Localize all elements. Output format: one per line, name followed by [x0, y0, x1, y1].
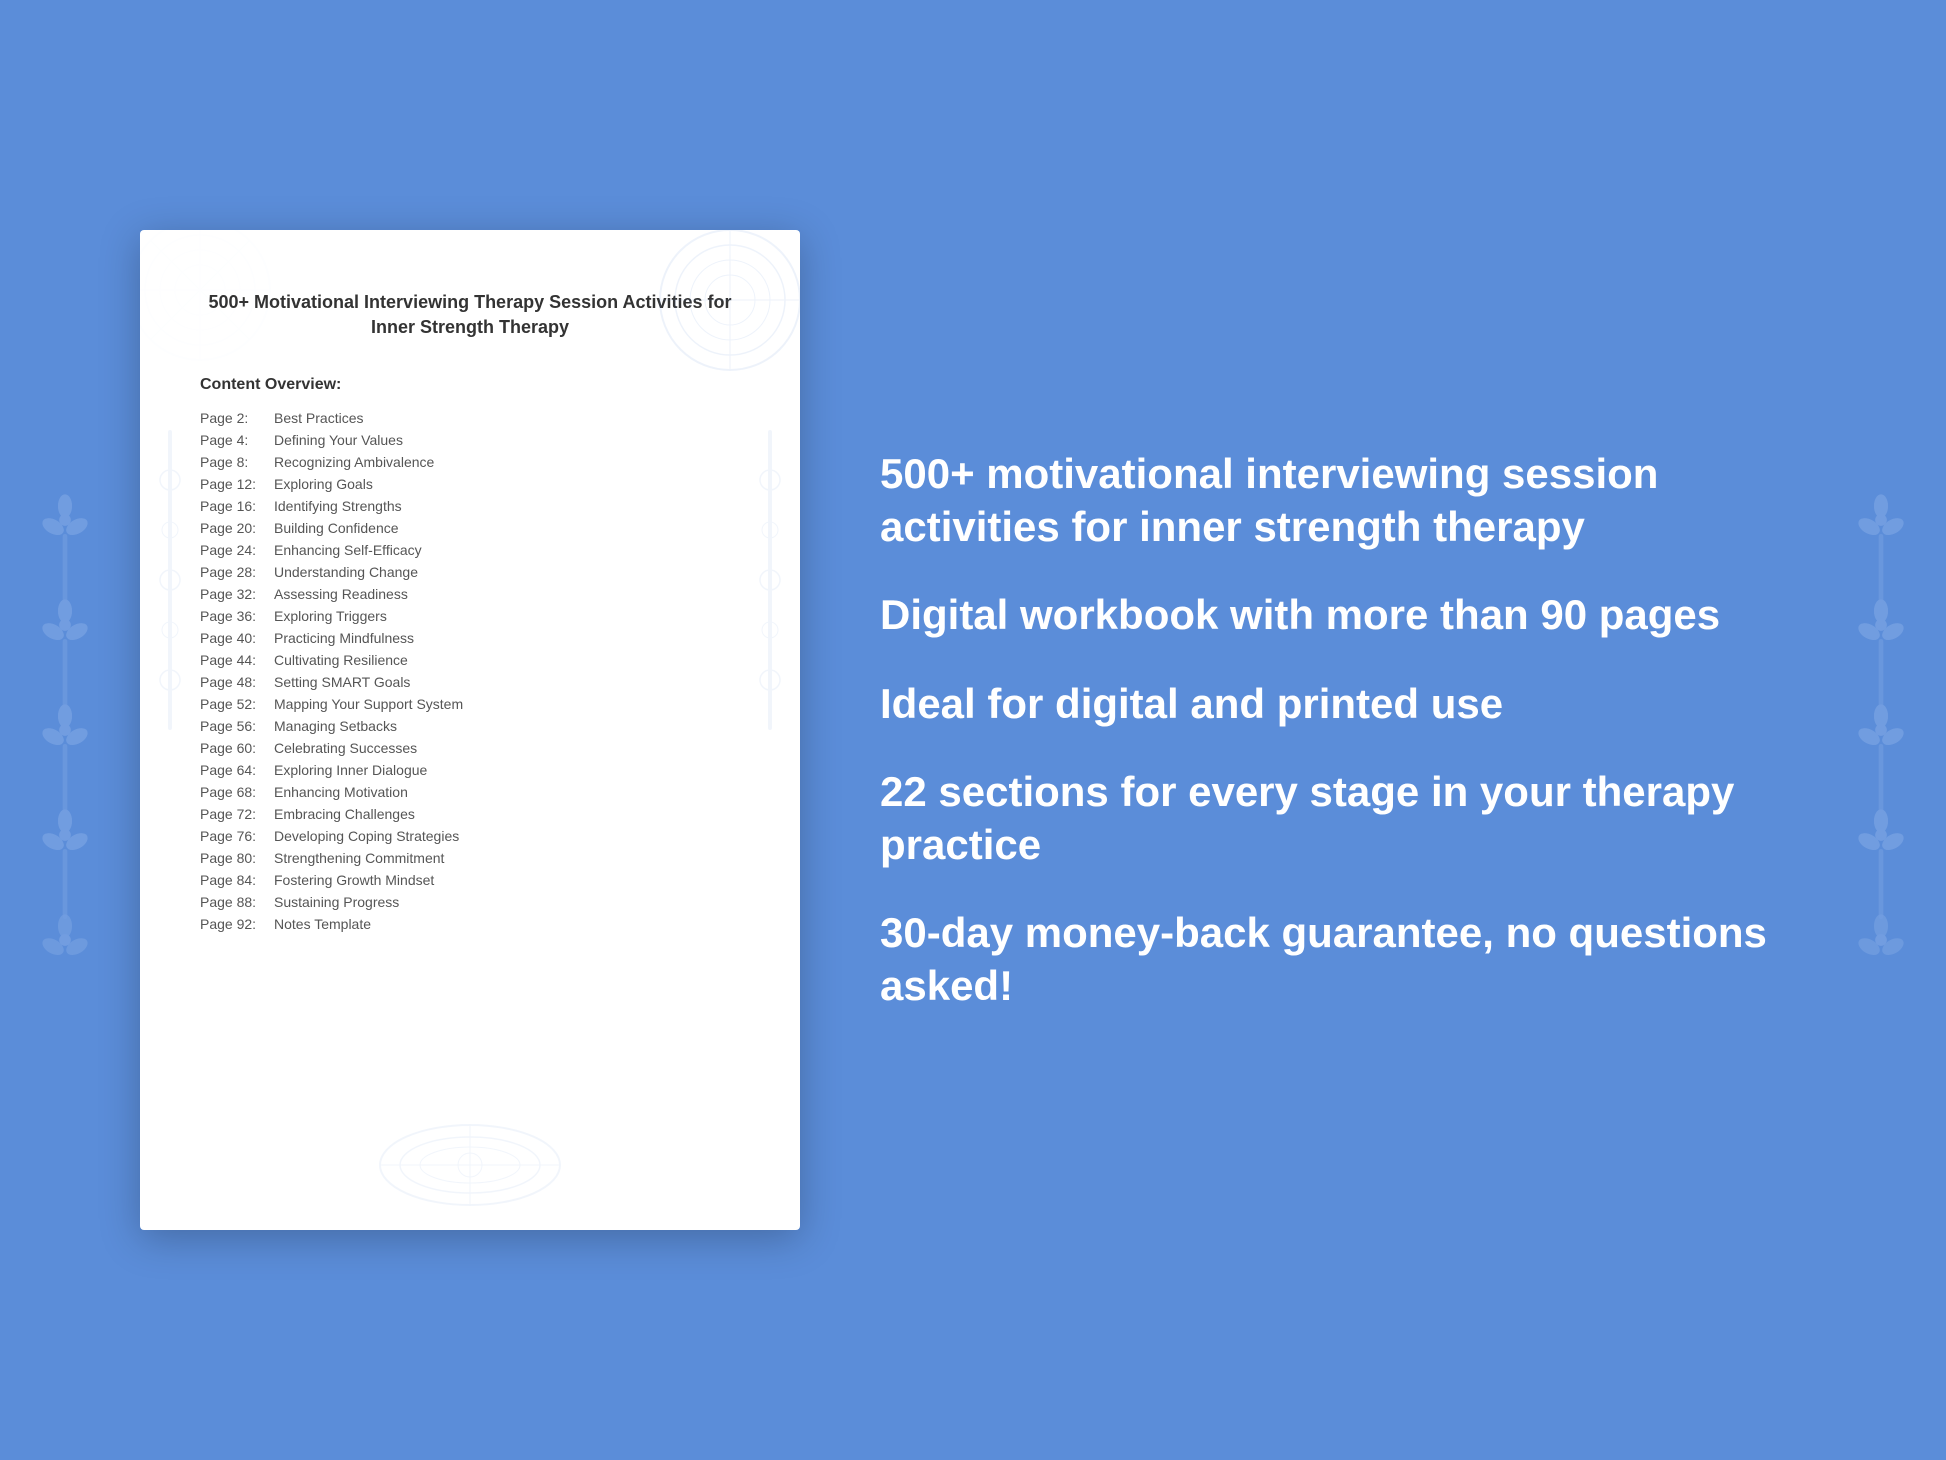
toc-item: Page 68:Enhancing Motivation [200, 784, 740, 800]
toc-item: Page 12:Exploring Goals [200, 476, 740, 492]
toc-item: Page 36:Exploring Triggers [200, 608, 740, 624]
toc-item: Page 44:Cultivating Resilience [200, 652, 740, 668]
toc-page-number: Page 32: [200, 586, 270, 602]
toc-item: Page 28:Understanding Change [200, 564, 740, 580]
toc-label: Exploring Inner Dialogue [274, 762, 427, 778]
toc-item: Page 88:Sustaining Progress [200, 894, 740, 910]
toc-page-number: Page 24: [200, 542, 270, 558]
toc-page-number: Page 28: [200, 564, 270, 580]
toc-label: Mapping Your Support System [274, 696, 463, 712]
toc-page-number: Page 84: [200, 872, 270, 888]
toc-item: Page 24:Enhancing Self-Efficacy [200, 542, 740, 558]
toc-item: Page 60:Celebrating Successes [200, 740, 740, 756]
toc-label: Understanding Change [274, 564, 418, 580]
toc-label: Celebrating Successes [274, 740, 417, 756]
toc-label: Strengthening Commitment [274, 850, 444, 866]
toc-page-number: Page 36: [200, 608, 270, 624]
toc-label: Exploring Goals [274, 476, 373, 492]
toc-page-number: Page 56: [200, 718, 270, 734]
toc-item: Page 4:Defining Your Values [200, 432, 740, 448]
toc-label: Best Practices [274, 410, 363, 426]
toc-item: Page 56:Managing Setbacks [200, 718, 740, 734]
toc-label: Building Confidence [274, 520, 399, 536]
toc-item: Page 40:Practicing Mindfulness [200, 630, 740, 646]
toc-page-number: Page 4: [200, 432, 270, 448]
toc-item: Page 52:Mapping Your Support System [200, 696, 740, 712]
document-card: 500+ Motivational Interviewing Therapy S… [140, 230, 800, 1230]
toc-label: Setting SMART Goals [274, 674, 410, 690]
doc-side-decoration-left [150, 430, 190, 735]
toc-page-number: Page 88: [200, 894, 270, 910]
main-container: 500+ Motivational Interviewing Therapy S… [0, 0, 1946, 1460]
doc-corner-decoration-tr [650, 230, 800, 385]
toc-item: Page 64:Exploring Inner Dialogue [200, 762, 740, 778]
doc-bottom-watermark [370, 1115, 570, 1220]
toc-label: Practicing Mindfulness [274, 630, 414, 646]
toc-item: Page 72:Embracing Challenges [200, 806, 740, 822]
toc-label: Identifying Strengths [274, 498, 402, 514]
doc-side-decoration [750, 430, 790, 735]
toc-label: Notes Template [274, 916, 371, 932]
toc-item: Page 8:Recognizing Ambivalence [200, 454, 740, 470]
floral-decoration-right [1826, 0, 1936, 1460]
toc-label: Defining Your Values [274, 432, 403, 448]
toc-label: Sustaining Progress [274, 894, 399, 910]
toc-item: Page 48:Setting SMART Goals [200, 674, 740, 690]
toc-label: Exploring Triggers [274, 608, 387, 624]
toc-page-number: Page 40: [200, 630, 270, 646]
toc-label: Fostering Growth Mindset [274, 872, 434, 888]
toc-label: Enhancing Self-Efficacy [274, 542, 422, 558]
toc-item: Page 84:Fostering Growth Mindset [200, 872, 740, 888]
toc-page-number: Page 92: [200, 916, 270, 932]
toc-label: Managing Setbacks [274, 718, 397, 734]
toc-page-number: Page 48: [200, 674, 270, 690]
feature-text-4: 30-day money-back guarantee, no question… [880, 907, 1806, 1012]
feature-text-0: 500+ motivational interviewing session a… [880, 448, 1806, 553]
toc-item: Page 2:Best Practices [200, 410, 740, 426]
right-content: 500+ motivational interviewing session a… [880, 448, 1866, 1012]
toc-label: Recognizing Ambivalence [274, 454, 434, 470]
floral-decoration-left [10, 0, 120, 1460]
toc-list: Page 2:Best PracticesPage 4:Defining You… [200, 410, 740, 932]
toc-page-number: Page 2: [200, 410, 270, 426]
toc-item: Page 32:Assessing Readiness [200, 586, 740, 602]
toc-page-number: Page 76: [200, 828, 270, 844]
toc-page-number: Page 60: [200, 740, 270, 756]
toc-page-number: Page 16: [200, 498, 270, 514]
toc-item: Page 20:Building Confidence [200, 520, 740, 536]
toc-label: Embracing Challenges [274, 806, 415, 822]
toc-item: Page 76:Developing Coping Strategies [200, 828, 740, 844]
toc-label: Assessing Readiness [274, 586, 408, 602]
toc-page-number: Page 68: [200, 784, 270, 800]
doc-corner-decoration-tl [140, 230, 280, 398]
feature-text-2: Ideal for digital and printed use [880, 678, 1806, 731]
toc-page-number: Page 44: [200, 652, 270, 668]
toc-label: Developing Coping Strategies [274, 828, 459, 844]
toc-page-number: Page 64: [200, 762, 270, 778]
feature-text-1: Digital workbook with more than 90 pages [880, 589, 1806, 642]
toc-item: Page 16:Identifying Strengths [200, 498, 740, 514]
toc-page-number: Page 72: [200, 806, 270, 822]
toc-page-number: Page 20: [200, 520, 270, 536]
toc-item: Page 92:Notes Template [200, 916, 740, 932]
toc-page-number: Page 8: [200, 454, 270, 470]
toc-page-number: Page 52: [200, 696, 270, 712]
toc-label: Cultivating Resilience [274, 652, 408, 668]
feature-text-3: 22 sections for every stage in your ther… [880, 766, 1806, 871]
toc-page-number: Page 80: [200, 850, 270, 866]
toc-item: Page 80:Strengthening Commitment [200, 850, 740, 866]
toc-label: Enhancing Motivation [274, 784, 408, 800]
toc-page-number: Page 12: [200, 476, 270, 492]
